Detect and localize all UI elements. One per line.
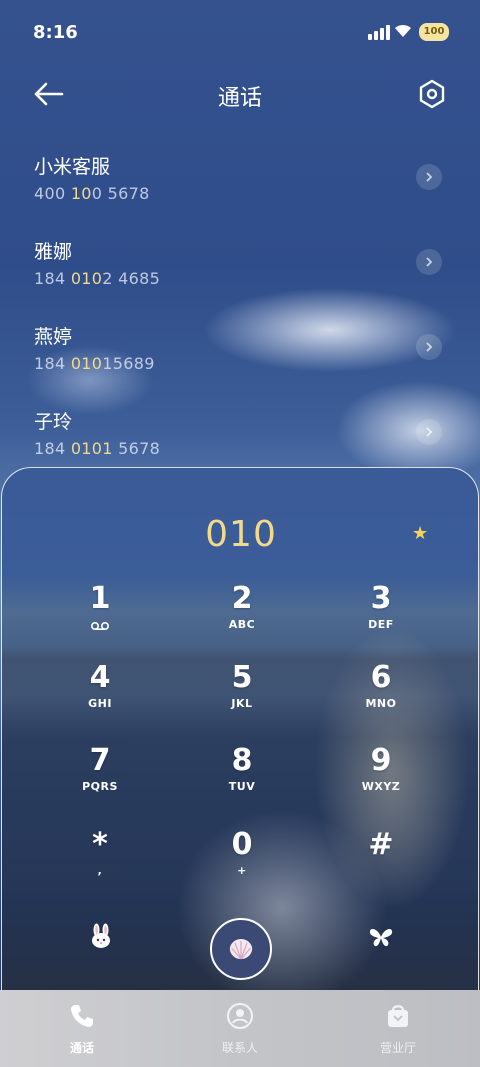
contact-number: 400 100 5678 [34,184,150,203]
key-digit: # [368,827,394,862]
contact-item[interactable]: 小米客服 400 100 5678 [0,140,480,225]
key-letters: ABC [228,618,256,631]
settings-icon[interactable] [416,78,448,110]
key-digit: 6 [370,660,392,695]
call-button[interactable] [210,918,272,980]
tab-label: 通话 [69,1041,94,1055]
chevron-right-icon [426,257,433,267]
contact-name: 子玲 [34,411,73,433]
contact-item[interactable]: 雅娜 184 0102 4685 [0,225,480,310]
contact-detail-button[interactable] [416,334,442,360]
bunny-icon[interactable] [88,923,114,949]
key-digit: 5 [231,660,253,695]
key-digit: 4 [89,660,111,695]
dialpad-key-6[interactable]: 6 MNO [321,661,441,731]
contact-name: 燕婷 [34,326,73,348]
store-icon [388,1005,408,1027]
phone-icon [71,1005,93,1027]
key-letters: MNO [365,697,397,710]
shell-icon [229,939,253,960]
voicemail-icon [90,621,110,631]
key-letters: DEF [368,618,394,631]
tab-store[interactable]: 营业厅 [338,990,458,1067]
tab-label: 营业厅 [379,1041,416,1055]
contact-detail-button[interactable] [416,249,442,275]
key-letters: TUV [228,780,256,793]
key-digit: 1 [89,581,111,616]
key-letters: PQRS [82,780,118,793]
page-title: 通话 [217,86,262,111]
dialpad-key-hash[interactable]: # [321,828,441,898]
dialpad-key-4[interactable]: 4 GHI [40,661,160,731]
dialpad-key-1[interactable]: 1 [40,582,160,652]
butterfly-icon[interactable] [368,925,394,949]
contact-name: 雅娜 [34,241,73,263]
tab-label: 联系人 [221,1041,258,1055]
signal-icon [368,25,390,40]
contact-detail-button[interactable] [416,164,442,190]
key-digit: 9 [370,743,392,778]
contact-name: 小米客服 [34,156,111,178]
status-bar: 8:16 100 [0,0,480,66]
status-time: 8:16 [33,22,78,43]
page-header: 通话 [0,66,480,122]
dialpad-key-7[interactable]: 7 PQRS [40,744,160,814]
dialpad-key-5[interactable]: 5 JKL [182,661,302,731]
key-digit: 0 [231,827,253,862]
key-digit: 2 [231,581,253,616]
dialpad-key-star[interactable]: * , [40,828,160,898]
dialpad-key-0[interactable]: 0 + [182,828,302,898]
key-letters: WXYZ [361,780,401,793]
wifi-icon [395,24,411,37]
key-digit: 3 [370,581,392,616]
tab-contacts[interactable]: 联系人 [180,990,300,1067]
contact-number: 184 0101 5678 [34,439,161,458]
contact-suggestions-list: 小米客服 400 100 5678 雅娜 184 0102 4685 燕婷 18… [0,140,480,480]
dialed-number-display: 010 [205,514,277,555]
key-digit: 7 [89,743,111,778]
chevron-right-icon [426,172,433,182]
contact-number: 184 0102 4685 [34,269,161,288]
dialpad-panel: 010 ★ 1 2 ABC 3 DEF 4 GHI 5 JKL 6 MNO 7 … [1,467,479,1067]
sparkle-icon[interactable]: ★ [412,523,428,544]
contact-item[interactable]: 燕婷 184 01015689 [0,310,480,395]
dialpad-key-8[interactable]: 8 TUV [182,744,302,814]
battery-indicator: 100 [419,23,449,41]
dialpad-key-3[interactable]: 3 DEF [321,582,441,652]
key-digit: 8 [231,743,253,778]
key-digit: * [92,827,108,862]
chevron-right-icon [426,342,433,352]
key-letters: + [237,864,247,877]
contact-number: 184 01015689 [34,354,155,373]
key-letters: , [97,864,103,877]
person-icon [227,1003,253,1029]
key-letters: GHI [88,697,112,710]
tab-calls[interactable]: 通话 [22,990,142,1067]
contact-detail-button[interactable] [416,419,442,445]
dialpad-key-9[interactable]: 9 WXYZ [321,744,441,814]
bottom-tab-bar: 通话 联系人 营业厅 [0,990,480,1067]
dialpad-key-2[interactable]: 2 ABC [182,582,302,652]
chevron-right-icon [426,427,433,437]
key-letters: JKL [231,697,253,710]
